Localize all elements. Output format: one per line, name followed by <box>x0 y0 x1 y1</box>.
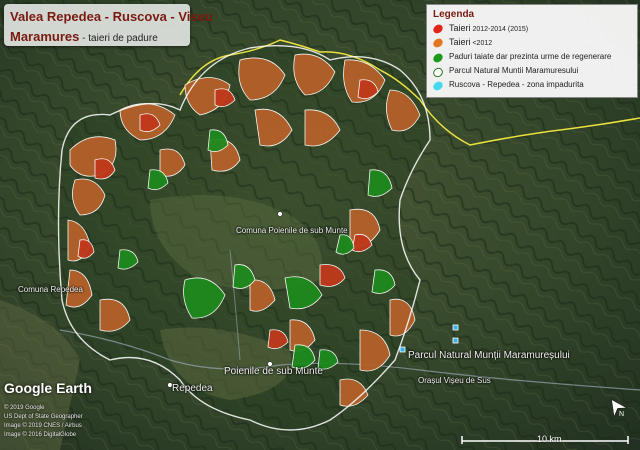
label-poienile: Poienile de sub Munte <box>224 366 323 377</box>
label-comuna-repedea: Comuna Repedea <box>18 285 83 294</box>
legend-label: Taieri 2012-2014 (2015) <box>449 23 529 33</box>
label-parc: Parcul Natural Munții Maramureșului <box>408 350 570 361</box>
legend-label: Parcul Natural Muntii Maramuresului <box>449 66 579 75</box>
red-leaf-icon <box>431 22 445 36</box>
label-repedea: Repedea <box>172 383 213 394</box>
legend-label: Taieri <2012 <box>449 37 493 47</box>
label-comuna-poienile: Comuna Poienile de sub Munte <box>236 226 348 235</box>
map-subtitle: Maramures - taieri de padure <box>10 29 158 44</box>
map-subtitle-sub: - taieri de padure <box>79 33 158 44</box>
map-subtitle-main: Maramures <box>10 29 80 44</box>
map-title: Valea Repedea - Ruscova - Viseu <box>10 9 213 24</box>
legend-panel: Legenda Taieri 2012-2014 (2015) Taieri <… <box>426 4 638 98</box>
scale-label: 10 km <box>537 434 562 444</box>
label-viseu: Orașul Vișeu de Sus <box>418 376 491 385</box>
white-outline-icon <box>431 65 445 80</box>
legend-title: Legenda <box>433 9 475 20</box>
orange-leaf-icon <box>431 36 445 50</box>
svg-text:N: N <box>619 411 624 418</box>
image-credits: © 2019 Google US Dept of State Geographe… <box>4 405 83 438</box>
google-earth-logo: Google Earth <box>4 380 92 396</box>
compass-north-icon[interactable]: N <box>604 394 628 418</box>
legend-label: Ruscova - Repedea - zona impadurita <box>449 80 584 89</box>
legend-label: Paduri taiate dar prezinta urme de regen… <box>449 52 612 61</box>
map-title-box: Valea Repedea - Ruscova - Viseu Maramure… <box>4 4 213 46</box>
green-leaf-icon <box>431 51 445 65</box>
cyan-fill-icon <box>431 79 445 93</box>
